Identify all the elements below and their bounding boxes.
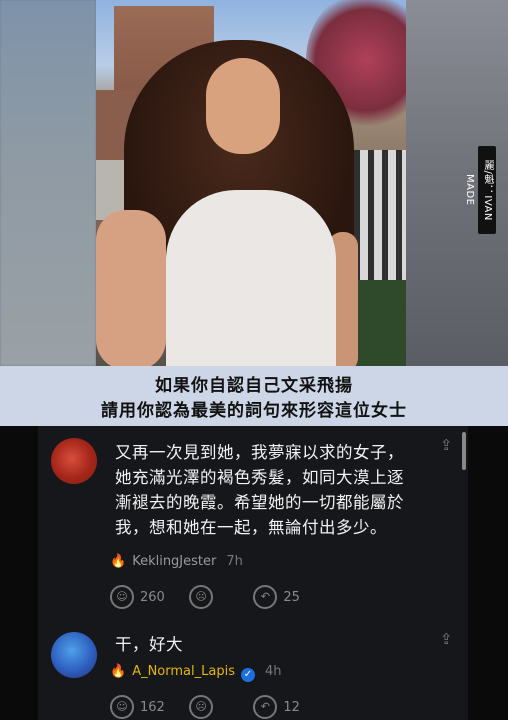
verified-icon: ✓ <box>240 668 255 682</box>
like-count: 260 <box>140 589 165 605</box>
share-icon[interactable]: ⇪ <box>440 630 453 648</box>
comment-meta: 🔥 A_Normal_Lapis ✓ 4h <box>110 664 281 682</box>
comment-meta: 🔥 KeklingJester 7h <box>110 554 243 569</box>
avatar[interactable] <box>51 438 97 484</box>
caption-banner: 如果你自認自己文采飛揚 請用你認為最美的詞句來形容這位女士 <box>0 366 508 426</box>
share-icon[interactable]: ⇪ <box>440 436 453 454</box>
subject-face <box>206 58 280 154</box>
comment-text: 干，好大 <box>115 635 183 654</box>
caption-line-1: 如果你自認自己文采飛揚 <box>155 376 353 396</box>
comment-actions: ☺ 260 ☹ ↶ 25 <box>110 585 300 609</box>
timestamp: 4h <box>264 664 282 679</box>
frown-icon[interactable]: ☹ <box>189 585 214 609</box>
reply-icon[interactable]: ↶ <box>253 585 278 609</box>
caption-line-2: 請用你認為最美的詞句來形容這位女士 <box>101 401 407 421</box>
woman-photo <box>96 0 406 366</box>
subject-top <box>166 190 336 366</box>
photo-area: 麗/魁：IVAN MADE <box>0 0 508 366</box>
smile-icon[interactable]: ☺ <box>110 695 134 719</box>
flame-icon: 🔥 <box>110 664 127 679</box>
timestamp: 7h <box>226 554 243 569</box>
like-count: 162 <box>140 699 165 715</box>
username[interactable]: KeklingJester <box>132 554 216 569</box>
username[interactable]: A_Normal_Lapis <box>132 664 235 679</box>
watermark-label: 麗/魁：IVAN MADE <box>464 146 496 234</box>
flame-icon: 🔥 <box>110 554 127 569</box>
reply-count: 25 <box>283 589 300 605</box>
scrollbar[interactable] <box>462 432 466 470</box>
blurred-left-border <box>0 0 96 366</box>
subject-arm-left <box>96 210 166 366</box>
comment-text: 又再一次見到她，我夢寐以求的女子， 她充滿光澤的褐色秀髮，如同大漠上逐 漸褪去的… <box>115 443 404 537</box>
reply-count: 12 <box>283 699 300 715</box>
avatar[interactable] <box>51 632 97 678</box>
smile-icon[interactable]: ☺ <box>110 585 134 609</box>
reply-icon[interactable]: ↶ <box>253 695 278 719</box>
frown-icon[interactable]: ☹ <box>189 695 214 719</box>
comment-actions: ☺ 162 ☹ ↶ 12 <box>110 695 300 719</box>
